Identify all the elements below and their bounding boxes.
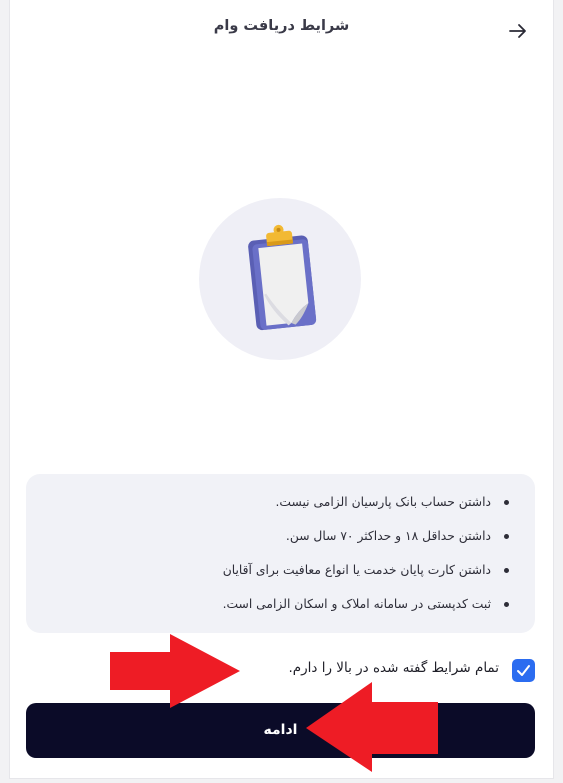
conditions-list: داشتن حساب بانک پارسیان الزامی نیست. داش… bbox=[40, 492, 513, 628]
agreement-checkbox[interactable] bbox=[512, 659, 535, 682]
annotation-arrow-icon bbox=[110, 634, 240, 708]
loan-conditions-page: شرایط دریافت وام داشتن حساب بانک پارسیان… bbox=[9, 0, 554, 779]
list-item: داشتن کارت پایان خدمت یا انواع معافیت بر… bbox=[40, 560, 513, 594]
hero-illustration bbox=[199, 198, 361, 360]
check-icon bbox=[517, 665, 530, 676]
agreement-row[interactable]: تمام شرایط گفته شده در بالا را دارم. bbox=[26, 656, 535, 686]
list-item: داشتن حداقل ۱۸ و حداکثر ۷۰ سال سن. bbox=[40, 526, 513, 560]
list-item: ثبت کدپستی در سامانه املاک و اسکان الزام… bbox=[40, 594, 513, 628]
arrow-right-icon[interactable] bbox=[507, 20, 529, 42]
annotation-arrow-icon bbox=[306, 682, 438, 772]
page-title: شرایط دریافت وام bbox=[213, 18, 350, 34]
conditions-box: داشتن حساب بانک پارسیان الزامی نیست. داش… bbox=[26, 474, 535, 633]
clipboard-icon bbox=[248, 224, 317, 331]
continue-button[interactable]: ادامه bbox=[26, 703, 535, 758]
list-item: داشتن حساب بانک پارسیان الزامی نیست. bbox=[40, 492, 513, 526]
agreement-label[interactable]: تمام شرایط گفته شده در بالا را دارم. bbox=[289, 660, 500, 676]
